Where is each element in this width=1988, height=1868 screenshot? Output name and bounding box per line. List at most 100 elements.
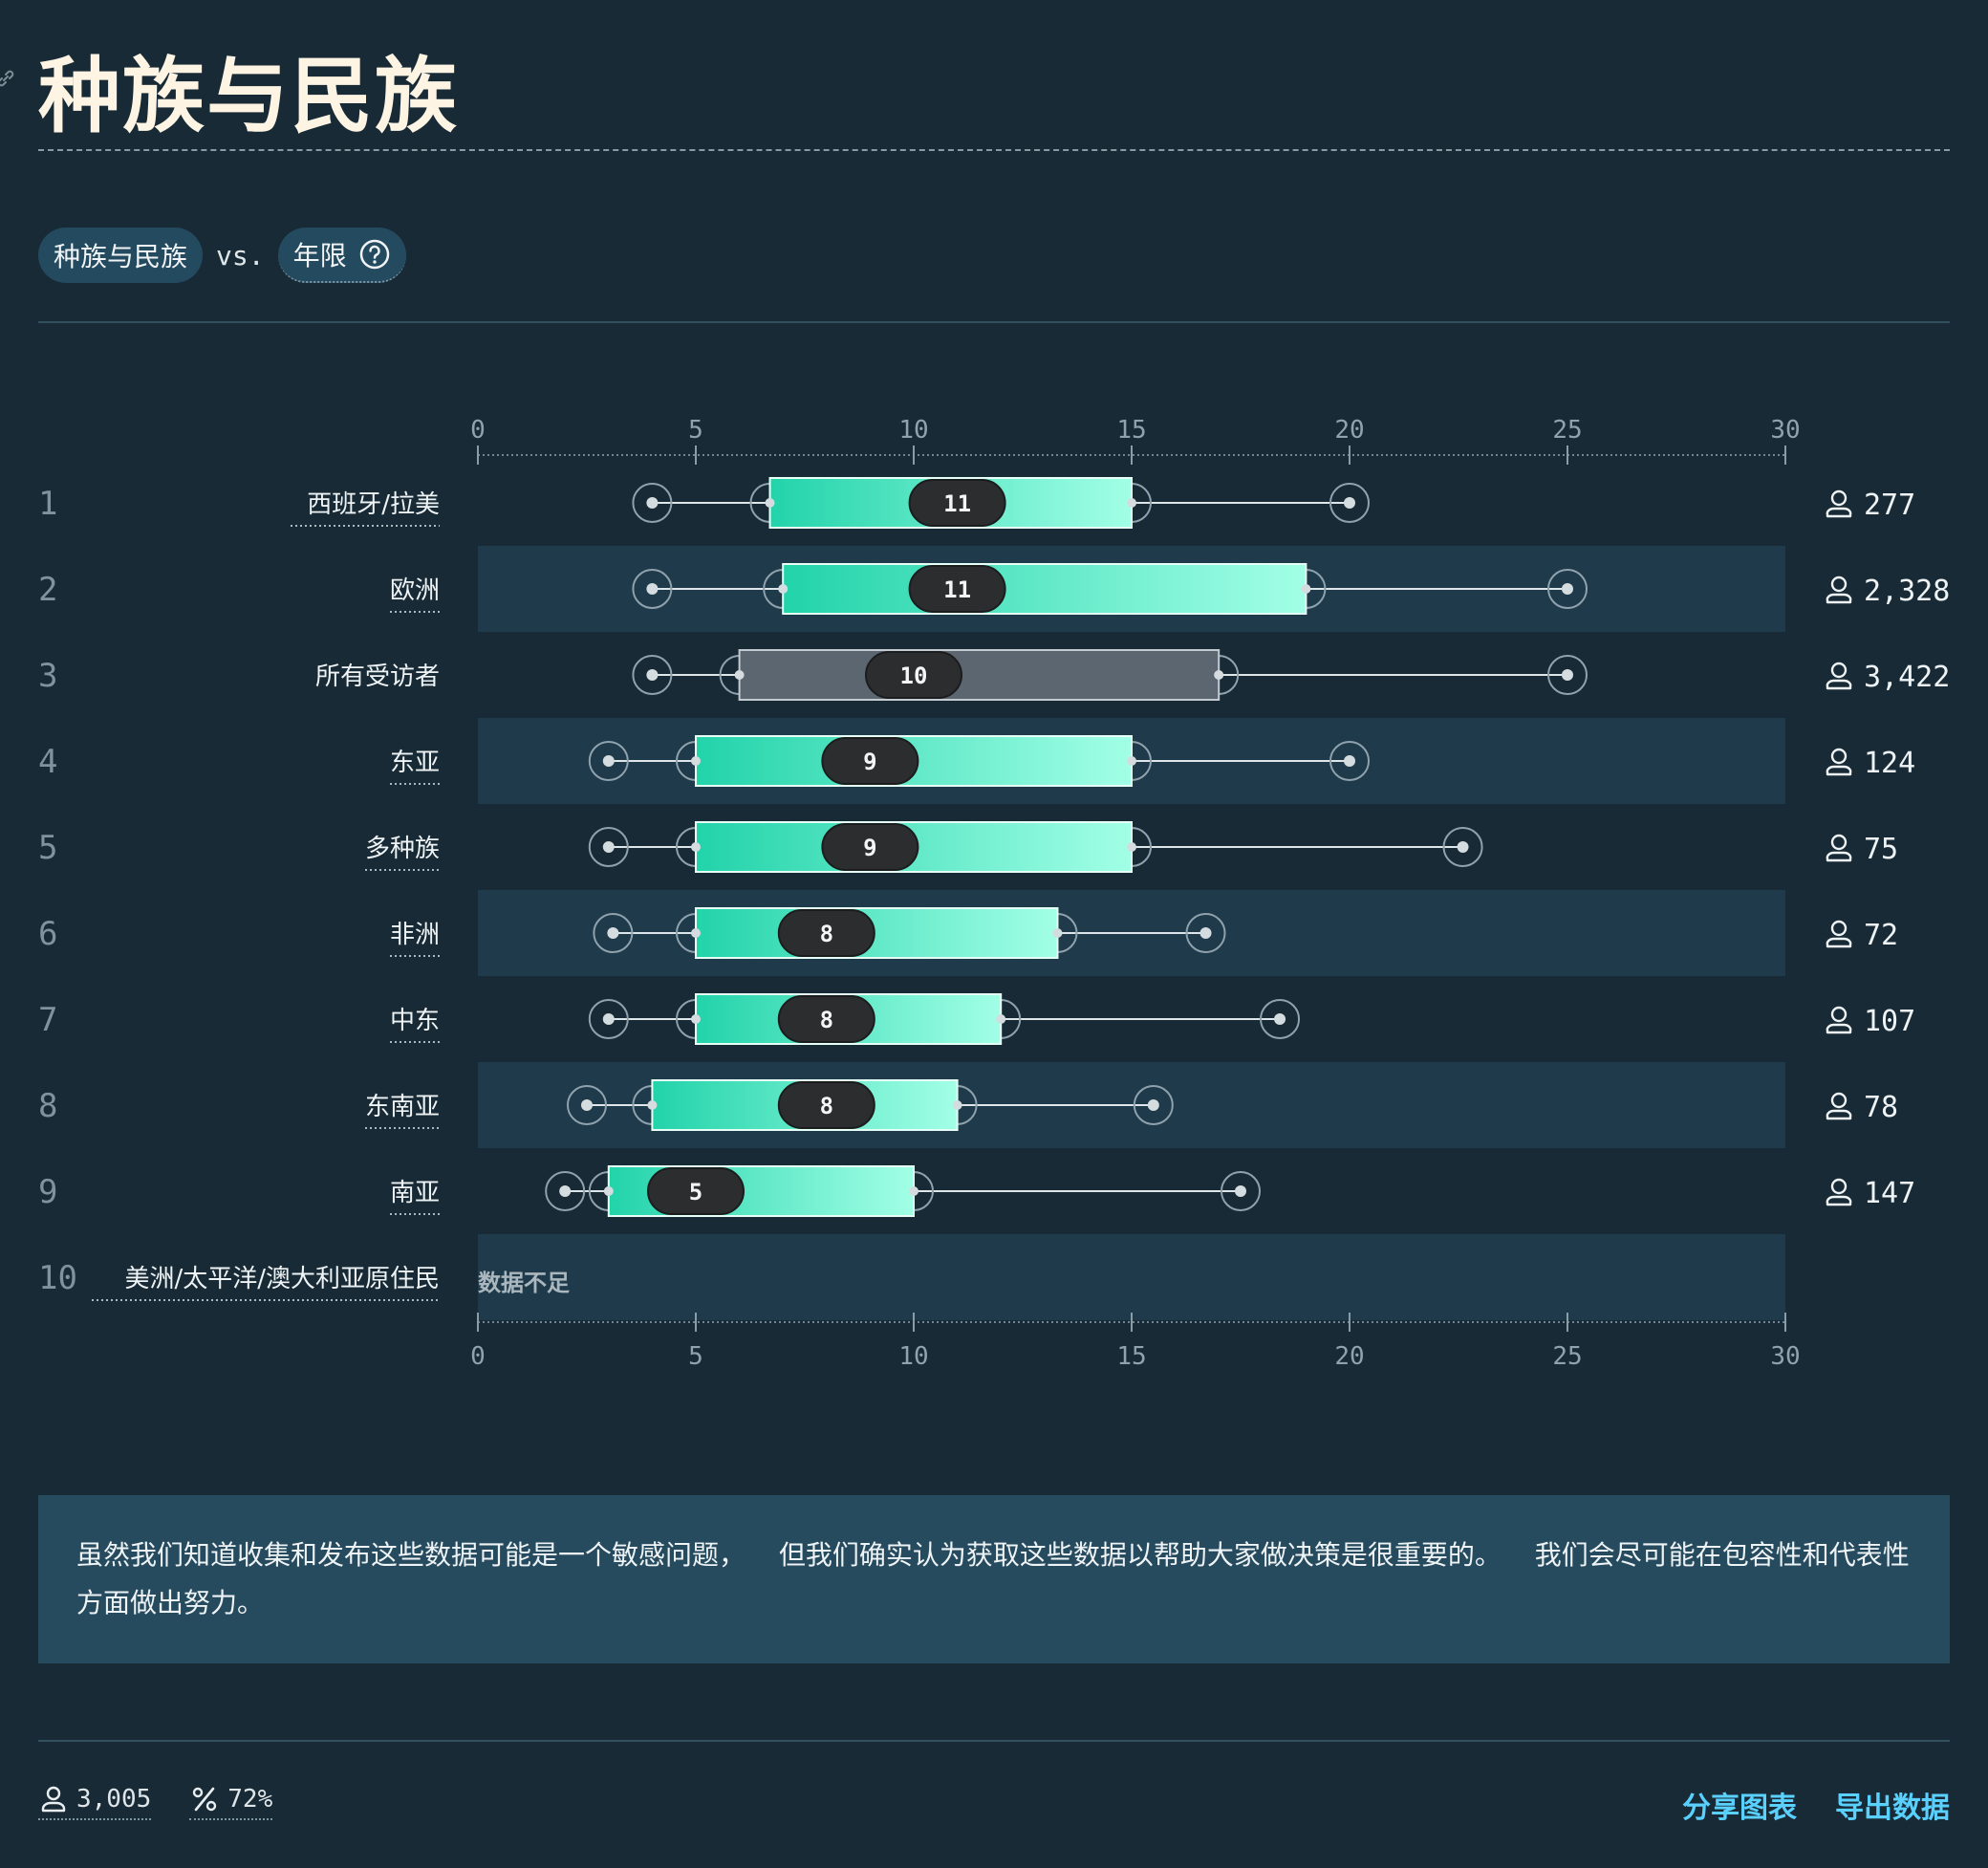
quartile-dot — [765, 498, 775, 508]
row-count: 107 — [1864, 1005, 1915, 1038]
interquartile-box — [695, 907, 1059, 959]
whisker-dot — [559, 1185, 572, 1197]
row-label: 南亚 — [390, 1179, 440, 1207]
row-rank: 10 — [38, 1259, 77, 1297]
axis-tick-label: 5 — [688, 1342, 703, 1371]
insufficient-data-label: 数据不足 — [478, 1270, 570, 1296]
row-count: 75 — [1864, 833, 1898, 866]
quartile-dot — [734, 670, 745, 680]
axis-tick-label: 15 — [1116, 416, 1146, 445]
help-circle-icon[interactable] — [358, 238, 391, 271]
row-rank: 5 — [38, 829, 57, 867]
median-label: 11 — [943, 576, 971, 603]
median-label: 8 — [820, 1007, 833, 1033]
whisker-dot — [646, 669, 659, 681]
user-icon — [1826, 1195, 1852, 1206]
metric-pill-label: 年限 — [292, 240, 347, 272]
user-icon — [1826, 593, 1852, 604]
quartile-dot — [647, 1100, 658, 1110]
median-label: 9 — [863, 835, 876, 861]
interquartile-box — [782, 563, 1307, 615]
axis-tick-label: 10 — [898, 416, 928, 445]
user-icon — [1826, 1109, 1852, 1120]
user-icon — [1826, 937, 1852, 948]
row-count: 147 — [1864, 1177, 1915, 1210]
axis-tick-label: 0 — [470, 1342, 486, 1371]
whisker-dot — [602, 841, 615, 853]
row-label: 欧洲 — [390, 576, 440, 605]
median-label: 5 — [689, 1179, 702, 1206]
respondent-count: 3,005 — [76, 1785, 152, 1814]
metric-pill[interactable]: 年限 — [277, 228, 406, 283]
whisker-dot — [1274, 1013, 1286, 1025]
whisker-dot — [581, 1099, 593, 1111]
row-rank: 6 — [38, 915, 57, 953]
row-rank: 3 — [38, 657, 57, 695]
user-icon — [1830, 576, 1848, 593]
axis-tick-label: 5 — [688, 416, 703, 445]
whisker-dot — [1147, 1099, 1159, 1111]
user-icon — [1826, 679, 1852, 690]
median-label: 8 — [820, 1093, 833, 1119]
axis-tick-label: 10 — [898, 1342, 928, 1371]
axis-tick-label: 20 — [1334, 416, 1364, 445]
category-pill[interactable]: 种族与民族 — [38, 228, 204, 283]
user-icon — [1830, 1006, 1848, 1023]
quartile-dot — [1052, 928, 1063, 938]
whisker-dot — [1562, 669, 1573, 681]
section-divider — [38, 321, 1950, 323]
row-count: 2,328 — [1864, 575, 1950, 608]
whisker-dot — [602, 755, 615, 767]
whisker-dot — [1344, 497, 1355, 509]
footer-stats: 3,005 72% — [38, 1784, 273, 1820]
user-icon — [1830, 662, 1848, 679]
percent-icon — [193, 1787, 217, 1812]
axis-tick-label: 30 — [1770, 416, 1800, 445]
quartile-dot — [691, 928, 701, 938]
median-label: 10 — [900, 662, 928, 689]
footer-divider — [38, 1740, 1950, 1742]
row-rank: 7 — [38, 1001, 57, 1039]
percent-value: 72% — [227, 1785, 273, 1814]
disclaimer-note: 虽然我们知道收集和发布这些数据可能是一个敏感问题， 但我们确实认为获取这些数据以… — [38, 1495, 1950, 1663]
whisker-dot — [602, 1013, 615, 1025]
export-data-link[interactable]: 导出数据 — [1835, 1784, 1950, 1826]
quartile-dot — [1127, 498, 1136, 508]
whisker-dot — [1235, 1185, 1246, 1197]
user-icon — [1826, 507, 1852, 518]
link-icon[interactable] — [0, 67, 17, 90]
quartile-dot — [603, 1186, 614, 1196]
quartile-dot — [778, 584, 789, 594]
median-label: 9 — [863, 749, 876, 775]
row-count: 3,422 — [1864, 661, 1950, 694]
versus-label: vs. — [216, 239, 265, 272]
quartile-dot — [691, 842, 701, 852]
row-rank: 9 — [38, 1173, 57, 1211]
user-icon — [1826, 765, 1852, 776]
user-icon — [1830, 834, 1848, 851]
whisker-dot — [646, 583, 659, 595]
whisker-dot — [646, 497, 659, 509]
axis-tick-label: 20 — [1334, 1342, 1364, 1371]
row-band — [478, 1234, 1785, 1320]
row-count: 78 — [1864, 1091, 1898, 1124]
share-chart-link[interactable]: 分享图表 — [1682, 1784, 1797, 1826]
row-count: 124 — [1864, 747, 1915, 780]
page-title: 种族与民族 — [38, 49, 459, 144]
row-label: 中东 — [390, 1007, 440, 1035]
whisker-dot — [607, 927, 619, 939]
row-count: 277 — [1864, 489, 1915, 522]
axis-tick-label: 15 — [1116, 1342, 1146, 1371]
box-plot-chart: 0 5 10 15 20 25 300 5 10 15 20 25 301 西班牙/拉美 11 2772 欧洲 1… — [38, 416, 1950, 1371]
row-rank: 4 — [38, 743, 57, 781]
user-icon — [1826, 851, 1852, 862]
median-label: 8 — [820, 921, 833, 947]
quartile-dot — [1127, 842, 1136, 852]
row-label: 美洲/太平洋/澳大利亚原住民 — [124, 1265, 440, 1293]
quartile-dot — [952, 1100, 962, 1110]
quartile-dot — [996, 1014, 1006, 1024]
respondent-count-stat[interactable]: 3,005 — [38, 1784, 152, 1820]
user-icon — [1830, 1178, 1848, 1195]
user-icon — [1830, 1092, 1848, 1109]
percent-stat[interactable]: 72% — [189, 1784, 273, 1820]
